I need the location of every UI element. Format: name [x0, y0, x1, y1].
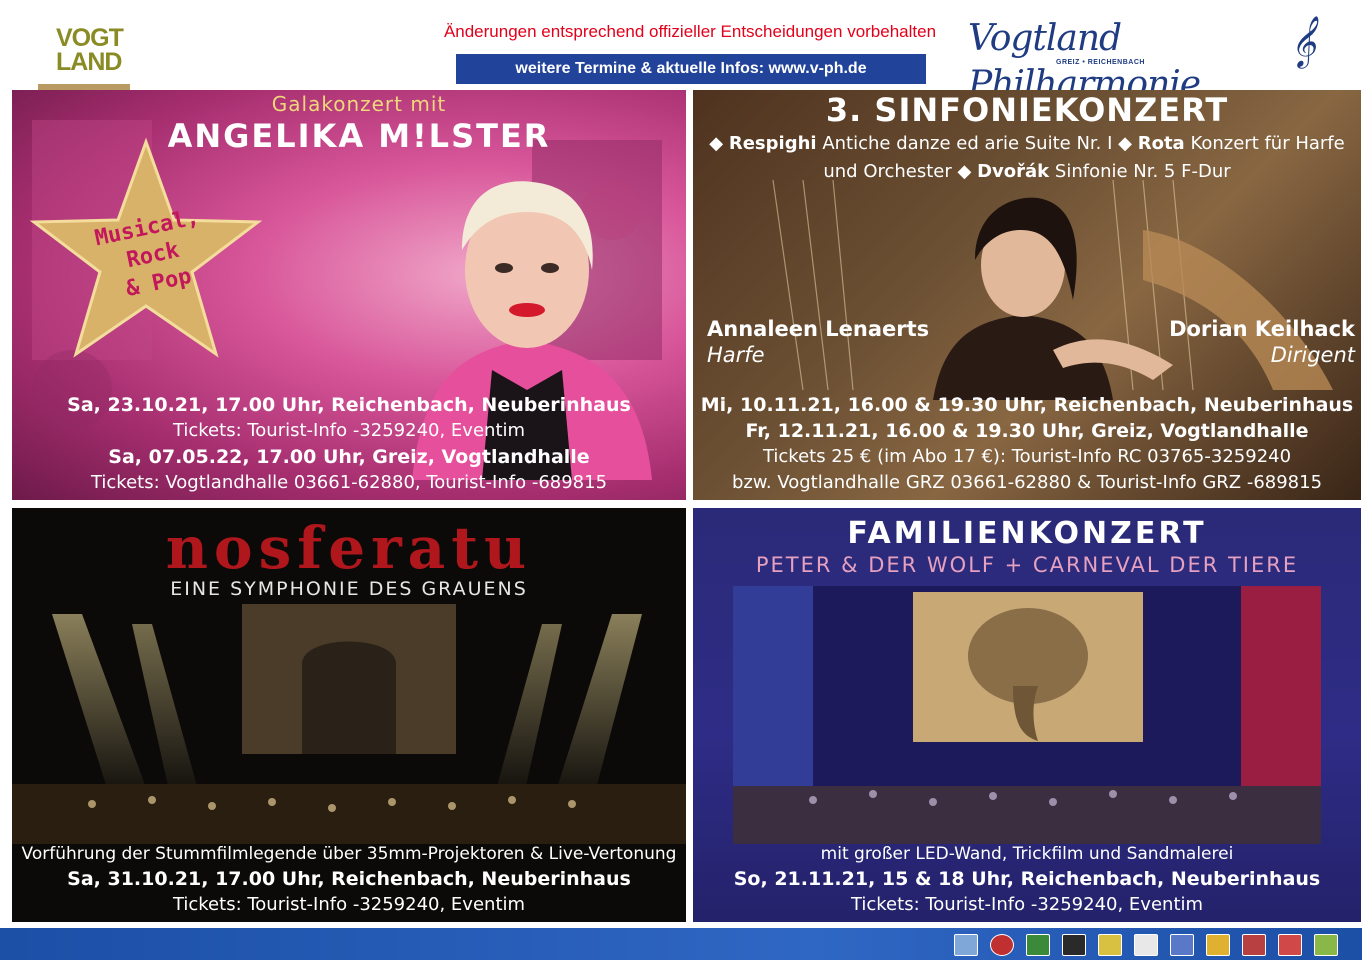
date-line-1: So, 21.11.21, 15 & 18 Uhr, Reichenbach, …	[733, 868, 1321, 890]
description-line: mit großer LED-Wand, Trickfilm und Sandm…	[820, 844, 1234, 864]
panel-angelika-milster: Galakonzert mit ANGELIKA M!LSTER Musical…	[12, 90, 686, 500]
tickets-line-1: Tickets: Tourist-Info -3259240, Eventim	[172, 420, 526, 441]
work-1: Antiche danze ed arie Suite Nr. I	[822, 133, 1113, 154]
artist-conductor: Dorian Keilhack Dirigent	[1169, 316, 1355, 368]
composer-3: Dvořák	[977, 161, 1050, 182]
led-wall-stage-image	[733, 586, 1321, 844]
panel-sinfoniekonzert: 3. SINFONIEKONZERT ◆ Respighi Antiche da…	[693, 90, 1361, 500]
film-subtitle: EINE SYMPHONIE DES GRAUENS	[170, 578, 528, 600]
coat-of-arms-3-icon	[1098, 934, 1122, 956]
event-details: Sa, 23.10.21, 17.00 Uhr, Reichenbach, Ne…	[12, 392, 686, 496]
info-banner: weitere Termine & aktuelle Infos: www.v-…	[456, 54, 926, 84]
event-details: Mi, 10.11.21, 16.00 & 19.30 Uhr, Reichen…	[693, 392, 1361, 496]
harpist-portrait	[933, 197, 1173, 400]
poster-page: VOGT LAND KULTUR Änderungen entsprechend…	[0, 0, 1362, 960]
vogtland-kultur-logo: VOGT LAND KULTUR	[38, 14, 130, 104]
bullet-icon: ◆	[709, 133, 729, 154]
partner-logo-3-icon	[1134, 934, 1158, 956]
partner-logo-1-icon	[954, 934, 978, 956]
partner-logo-2-icon	[990, 934, 1014, 956]
concert-kicker: Galakonzert mit	[12, 92, 686, 116]
tickets-line-1: Tickets 25 € (im Abo 17 €): Tourist-Info…	[762, 446, 1292, 467]
film-title: nosferatu	[165, 514, 533, 582]
description-line: Vorführung der Stummfilmlegende über 35m…	[21, 844, 677, 864]
vogtland-logo-line2: LAND	[56, 48, 122, 76]
panel-nosferatu: nosferatu EINE SYMPHONIE DES GRAUENS Vor…	[12, 508, 686, 922]
partner-logo-5-icon	[1278, 934, 1302, 956]
orchestra-stage-image	[12, 604, 686, 844]
artist-2-name: Dorian Keilhack	[1169, 317, 1355, 341]
partner-logo-4-icon	[1242, 934, 1266, 956]
footer-bar	[0, 928, 1362, 960]
tickets-line-1: Tickets: Tourist-Info -3259240, Eventim	[850, 894, 1204, 915]
coat-of-arms-1-icon	[1026, 934, 1050, 956]
vogtland-philharmonie-logo: Vogtland Philharmonie GREIZ • REICHENBAC…	[960, 16, 1340, 105]
artist-1-role: Harfe	[707, 343, 765, 367]
program-list: ◆ Respighi Antiche danze ed arie Suite N…	[703, 130, 1351, 186]
header: VOGT LAND KULTUR Änderungen entsprechend…	[0, 0, 1362, 105]
artist-1-name: Annaleen Lenaerts	[707, 317, 930, 341]
date-line-1: Sa, 31.10.21, 17.00 Uhr, Reichenbach, Ne…	[67, 868, 631, 890]
event-details: Vorführung der Stummfilmlegende über 35m…	[12, 842, 686, 918]
tickets-line-1: Tickets: Tourist-Info -3259240, Eventim	[172, 894, 526, 915]
philharmonie-logo-sub: GREIZ • REICHENBACH	[1056, 59, 1145, 66]
family-concert-title: FAMILIENKONZERT	[847, 516, 1207, 551]
clef-icon: 𝄞	[1290, 16, 1317, 67]
artist-2-role: Dirigent	[1270, 343, 1355, 367]
partner-logos	[954, 934, 1338, 956]
composer-1: Respighi	[728, 133, 817, 154]
date-line-2: Fr, 12.11.21, 16.00 & 19.30 Uhr, Greiz, …	[745, 420, 1309, 442]
partner-logo-6-icon	[1314, 934, 1338, 956]
family-concert-subtitle: PETER & DER WOLF + CARNEVAL DER TIERE	[755, 553, 1299, 577]
sinfonie-title: 3. SINFONIEKONZERT	[825, 91, 1229, 129]
vogtland-logo-line1: VOGT	[56, 24, 124, 52]
date-line-2: Sa, 07.05.22, 17.00 Uhr, Greiz, Vogtland…	[108, 446, 590, 468]
bullet-icon: ◆	[1118, 133, 1138, 154]
concert-kicker-text: Galakonzert mit	[271, 92, 447, 116]
tickets-line-2: bzw. Vogtlandhalle GRZ 03661-62880 & Tou…	[731, 472, 1323, 493]
composer-2: Rota	[1137, 133, 1185, 154]
disclaimer-notice: Änderungen entsprechend offizieller Ents…	[443, 22, 937, 41]
coat-of-arms-5-icon	[1206, 934, 1230, 956]
event-details: mit großer LED-Wand, Trickfilm und Sandm…	[693, 842, 1361, 918]
artist-harpist: Annaleen Lenaerts Harfe	[707, 316, 929, 368]
coat-of-arms-2-icon	[1062, 934, 1086, 956]
work-3: Sinfonie Nr. 5 F-Dur	[1054, 161, 1231, 182]
tickets-line-2: Tickets: Vogtlandhalle 03661-62880, Tour…	[90, 472, 608, 493]
date-line-1: Sa, 23.10.21, 17.00 Uhr, Reichenbach, Ne…	[67, 394, 631, 416]
coat-of-arms-4-icon	[1170, 934, 1194, 956]
date-line-1: Mi, 10.11.21, 16.00 & 19.30 Uhr, Reichen…	[700, 394, 1354, 416]
bullet-icon: ◆	[957, 161, 978, 182]
panel-familienkonzert: FAMILIENKONZERT PETER & DER WOLF + CARNE…	[693, 508, 1361, 922]
